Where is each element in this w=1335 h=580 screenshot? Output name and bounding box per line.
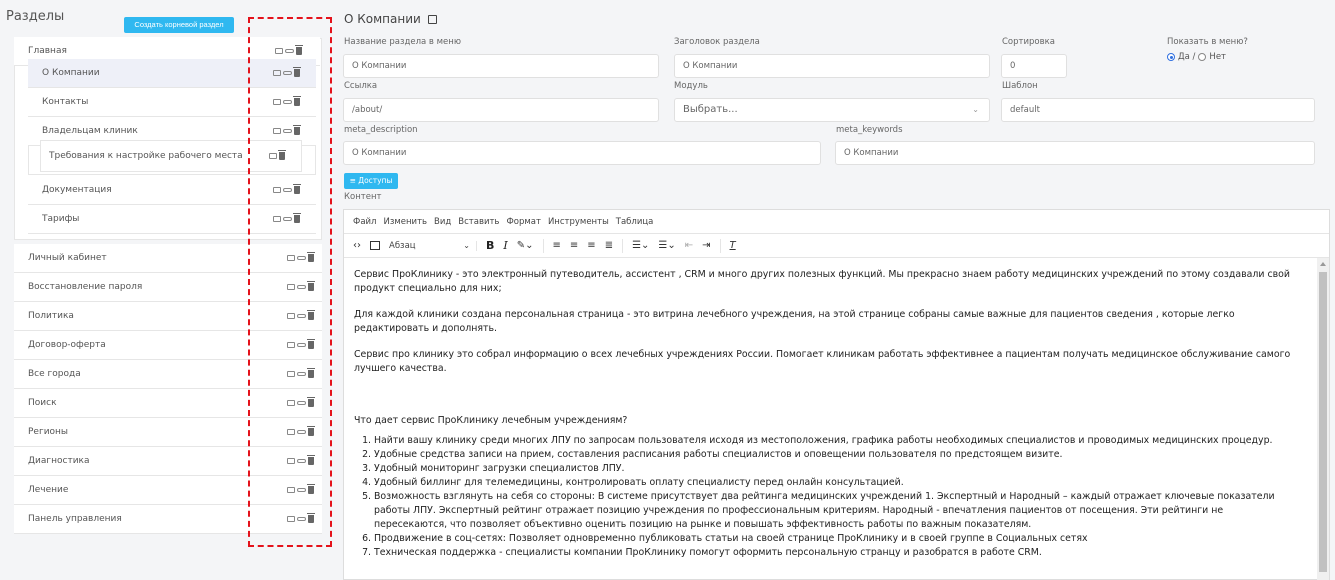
module-select[interactable]: Выбрать... ⌄ bbox=[674, 98, 990, 122]
sidebar-item-label: О Компании bbox=[42, 68, 100, 78]
radio-no[interactable] bbox=[1198, 53, 1207, 61]
show-menu-label: Показать в меню? bbox=[1167, 37, 1248, 47]
template-input[interactable]: default bbox=[1001, 98, 1315, 122]
module-label: Модуль bbox=[674, 81, 708, 91]
page-title: О Компании bbox=[344, 12, 437, 26]
scrollbar-thumb[interactable] bbox=[1319, 272, 1327, 572]
show-menu-radio-group: Да / Нет bbox=[1167, 52, 1226, 62]
sidebar-item-label: Документация bbox=[42, 185, 112, 195]
chevron-down-icon: ⌄ bbox=[463, 241, 470, 250]
create-root-section-button[interactable]: Создать корневой раздел bbox=[124, 17, 234, 33]
indent-icon[interactable]: ⇥ bbox=[702, 240, 710, 251]
sidebar-item-label: Тарифы bbox=[42, 214, 80, 224]
menu-name-label: Название раздела в меню bbox=[344, 37, 461, 47]
link-input[interactable]: /about/ bbox=[343, 98, 659, 122]
paragraph: Для каждой клиники создана персональная … bbox=[354, 309, 1235, 334]
sidebar-item-label: Контакты bbox=[42, 97, 89, 107]
actions-highlight-box bbox=[248, 17, 332, 547]
block-format-select[interactable]: Абзац ⌄ bbox=[389, 240, 477, 251]
editor-menu-item[interactable]: Вставить bbox=[458, 217, 499, 227]
chevron-down-icon: ⌄ bbox=[972, 105, 979, 114]
question-heading: Что дает сервис ПроКлинику лечебным учре… bbox=[354, 415, 628, 426]
sidebar-item-label: Владельцам клиник bbox=[42, 126, 138, 136]
italic-icon[interactable]: I bbox=[503, 239, 507, 252]
outdent-icon[interactable]: ⇤ bbox=[685, 240, 693, 251]
divider bbox=[622, 238, 624, 253]
list-item: Найти вашу клинику среди многих ЛПУ по з… bbox=[374, 434, 1294, 448]
sidebar-item-label: Главная bbox=[28, 46, 67, 56]
align-right-icon[interactable]: ≡ bbox=[587, 240, 595, 251]
list-item: Удобный биллинг для телемедицины, контро… bbox=[374, 476, 1294, 490]
list-item: Продвижение в соц-сетях: Позволяет однов… bbox=[374, 532, 1294, 546]
bold-icon[interactable]: B bbox=[486, 239, 494, 252]
meta-description-input[interactable]: О Компании bbox=[343, 141, 821, 165]
rich-text-editor: Файл Изменить Вид Вставить Формат Инструменты… bbox=[343, 209, 1330, 580]
sort-label: Сортировка bbox=[1002, 37, 1055, 47]
list-item: Удобные средства записи на прием, состав… bbox=[374, 448, 1294, 462]
editor-menu-item[interactable]: Вид bbox=[434, 217, 451, 227]
heading-label: Заголовок раздела bbox=[674, 37, 760, 47]
paragraph: Сервис ПроКлинику - это электронный путе… bbox=[354, 269, 1290, 294]
sections-panel: Разделы Создать корневой раздел Главная О… bbox=[0, 0, 340, 580]
bullet-list-icon[interactable]: ☰⌄ bbox=[632, 240, 649, 251]
divider bbox=[542, 238, 544, 253]
editor-menu-item[interactable]: Инструменты bbox=[548, 217, 609, 227]
benefits-list: Найти вашу клинику среди многих ЛПУ по з… bbox=[374, 434, 1294, 560]
editor-menu-item[interactable]: Файл bbox=[353, 217, 376, 227]
heading-input[interactable]: О Компании bbox=[674, 54, 990, 78]
editor-menubar: Файл Изменить Вид Вставить Формат Инструменты… bbox=[344, 210, 1329, 234]
paragraph bbox=[354, 388, 1294, 402]
divider bbox=[719, 238, 721, 253]
align-left-icon[interactable]: ≡ bbox=[553, 240, 561, 251]
link-label: Ссылка bbox=[344, 81, 378, 91]
template-label: Шаблон bbox=[1002, 81, 1038, 91]
list-item: Техническая поддержка - специалисты комп… bbox=[374, 546, 1294, 560]
sidebar-item-label: Требования к настройке рабочего места bbox=[49, 151, 243, 161]
meta-keywords-input[interactable]: О Компании bbox=[835, 141, 1315, 165]
editor-menu-item[interactable]: Изменить bbox=[383, 217, 427, 227]
radio-yes[interactable] bbox=[1167, 53, 1175, 61]
access-button[interactable]: ≡ Доступы bbox=[344, 173, 398, 189]
align-center-icon[interactable]: ≡ bbox=[570, 240, 578, 251]
editor-menu-item[interactable]: Формат bbox=[506, 217, 541, 227]
source-code-icon[interactable]: ‹› bbox=[353, 240, 361, 251]
external-edit-icon[interactable] bbox=[427, 15, 437, 24]
sections-title: Разделы bbox=[6, 9, 65, 24]
image-icon[interactable] bbox=[370, 241, 380, 250]
list-item: Удобный мониторинг загрузки специалистов… bbox=[374, 462, 1294, 476]
sort-input[interactable]: 0 bbox=[1001, 54, 1067, 78]
editor-menu-item[interactable]: Таблица bbox=[616, 217, 654, 227]
meta-description-label: meta_description bbox=[344, 125, 418, 135]
scroll-up-icon[interactable] bbox=[1320, 262, 1326, 266]
content-label: Контент bbox=[344, 192, 382, 202]
meta-keywords-label: meta_keywords bbox=[836, 125, 903, 135]
numbered-list-icon[interactable]: ☰⌄ bbox=[658, 240, 675, 251]
section-form: О Компании Название раздела в меню О Ком… bbox=[340, 0, 1335, 580]
menu-name-input[interactable]: О Компании bbox=[343, 54, 659, 78]
text-color-icon[interactable]: ✎⌄ bbox=[517, 240, 534, 251]
list-item: Возможность взглянуть на себя со стороны… bbox=[374, 490, 1294, 532]
editor-toolbar: ‹› Абзац ⌄ B I ✎⌄ ≡ ≡ ≡ ≣ ☰⌄ ☰⌄ ⇤ ⇥ T bbox=[344, 234, 1329, 258]
clear-format-icon[interactable]: T bbox=[730, 240, 736, 251]
paragraph: Сервис про клинику это собрал информацию… bbox=[354, 349, 1291, 374]
align-justify-icon[interactable]: ≣ bbox=[605, 240, 613, 251]
editor-content[interactable]: Сервис ПроКлинику - это электронный путе… bbox=[354, 268, 1294, 560]
